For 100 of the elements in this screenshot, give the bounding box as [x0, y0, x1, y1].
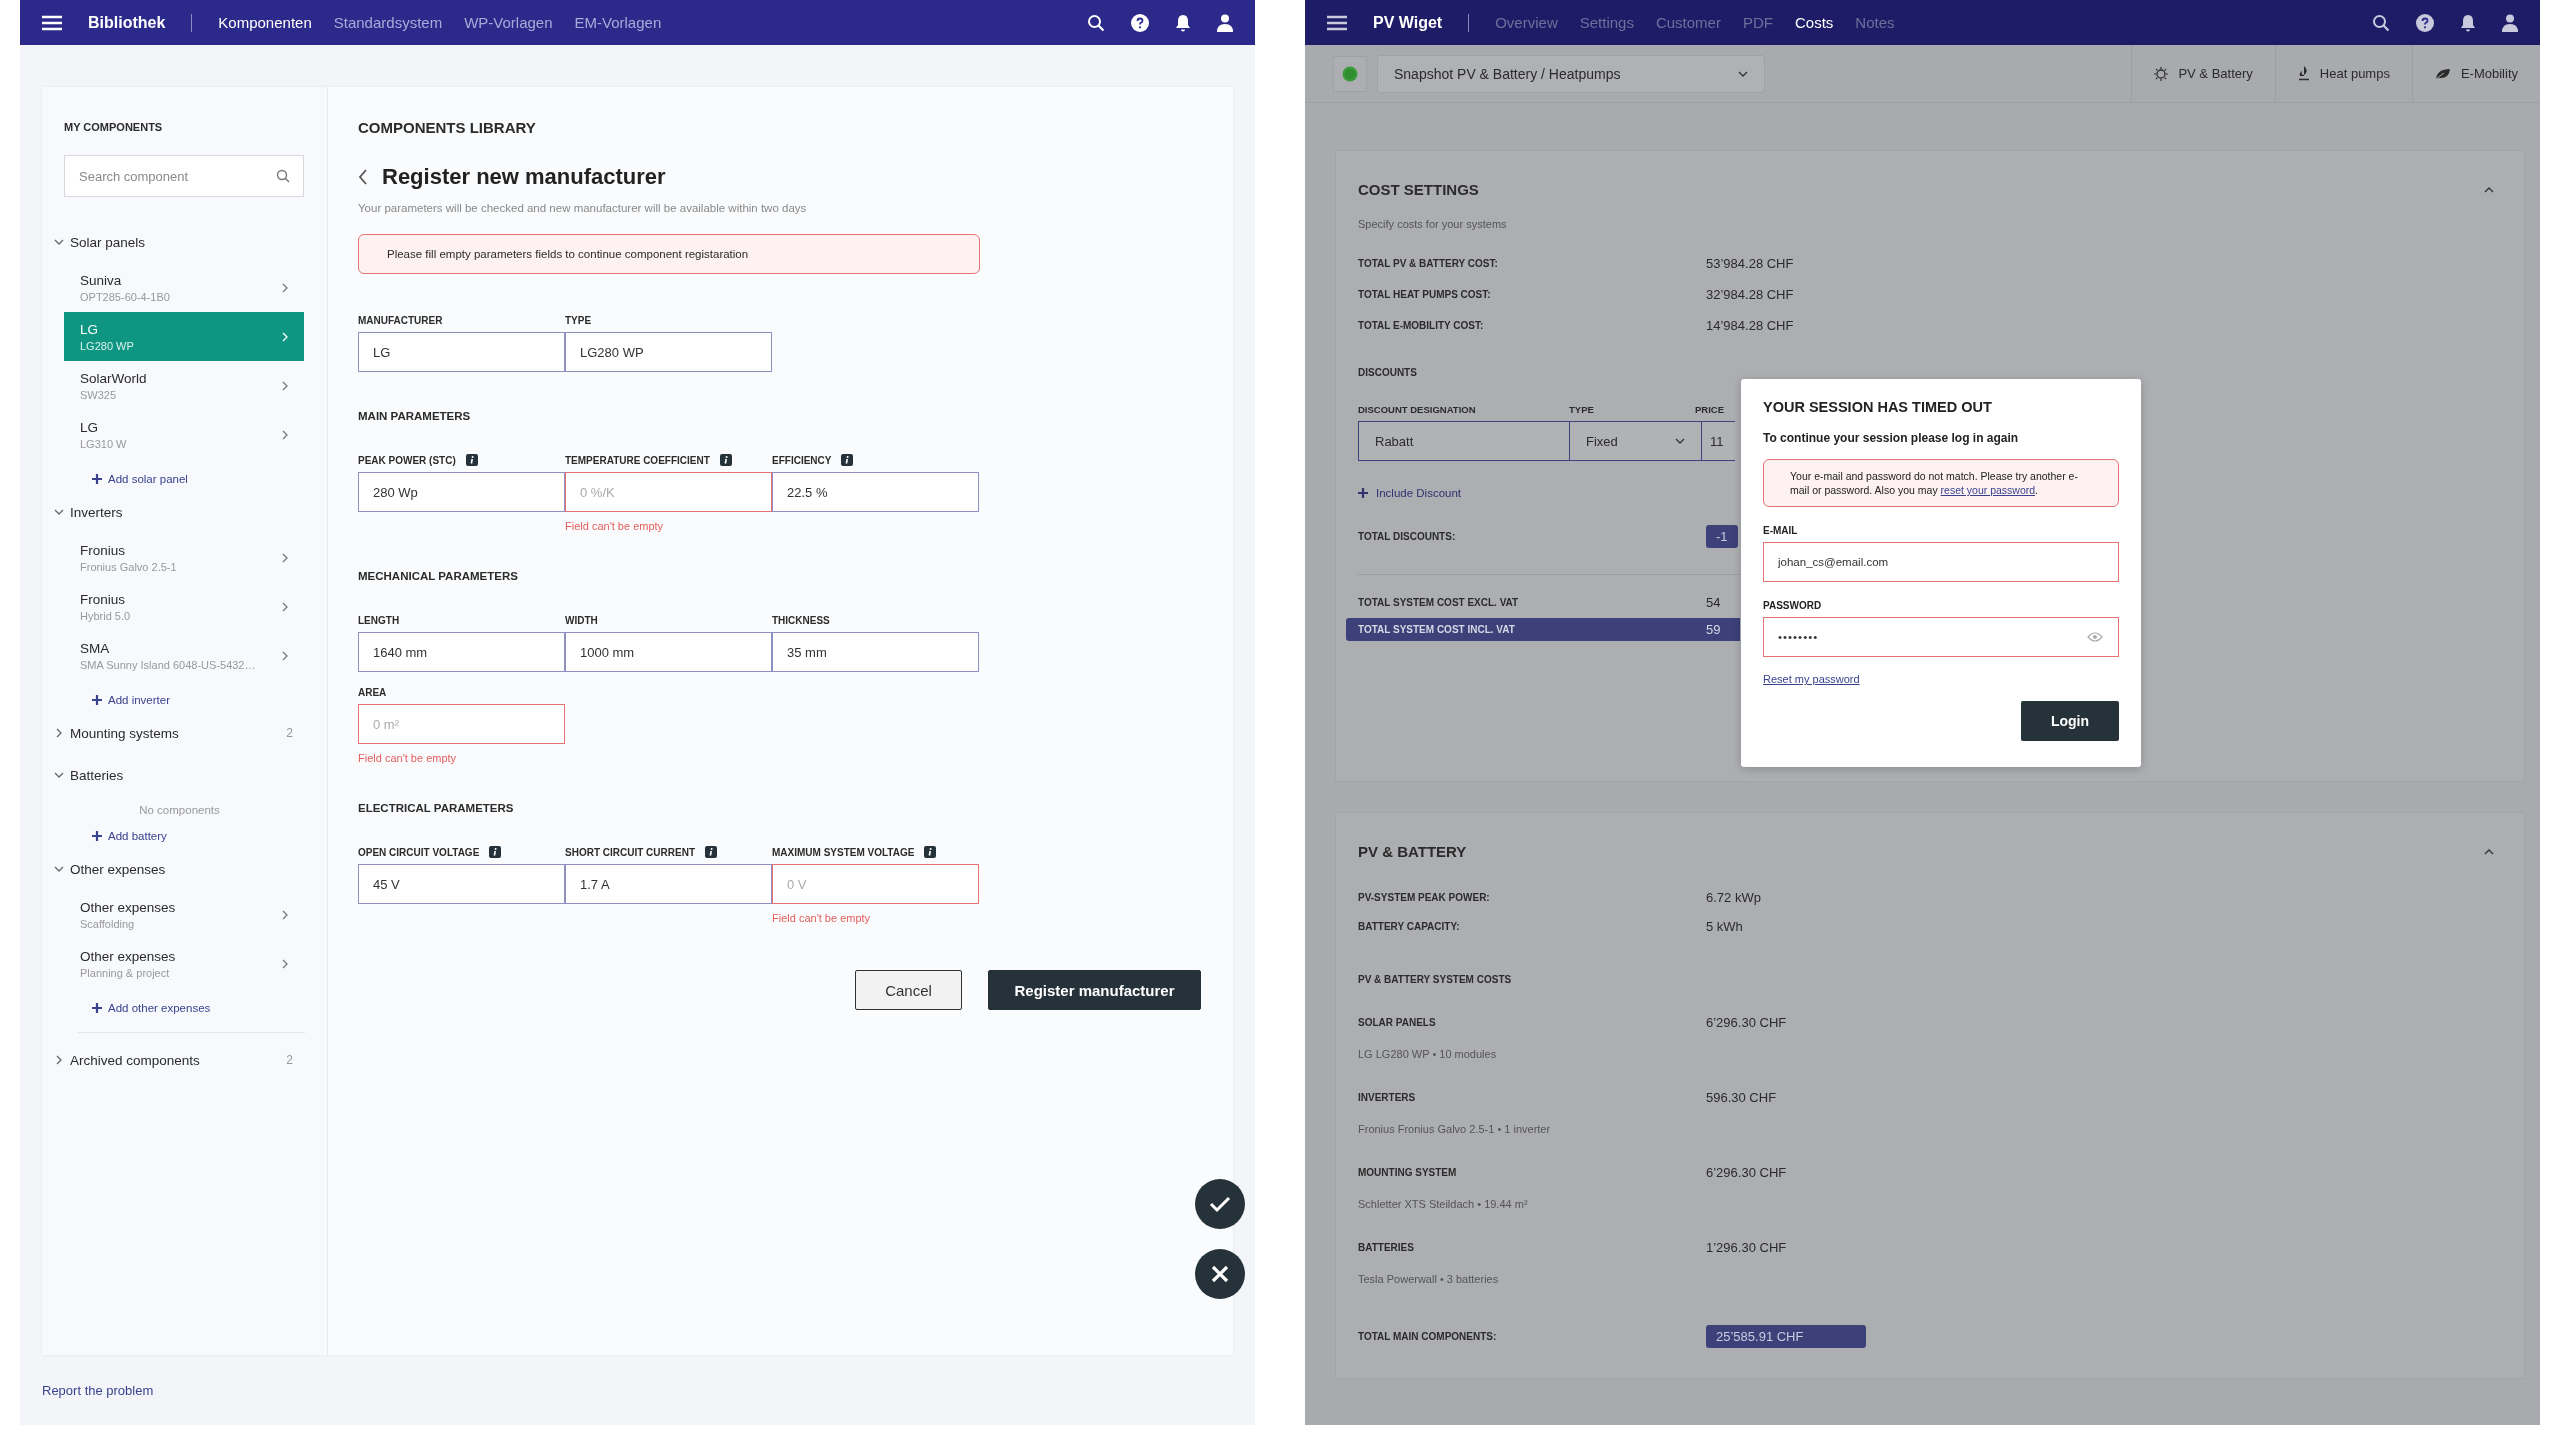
form-title: Register new manufacturer	[382, 164, 666, 190]
nav-tab[interactable]: Komponenten	[218, 14, 312, 31]
highlighted-row: TOTAL SYSTEM COST INCL. VAT 59	[1346, 618, 1740, 641]
reset-link[interactable]: Reset my password	[1763, 673, 1860, 686]
text-field[interactable]: 1000 mm	[565, 632, 772, 672]
chevron-right-icon	[280, 601, 290, 612]
check-icon	[1209, 1195, 1231, 1213]
search-field[interactable]: Search component	[64, 155, 304, 197]
help-icon[interactable]	[1131, 13, 1149, 32]
login-button[interactable]: Login	[2021, 701, 2119, 742]
app-title: PV Wiget	[1373, 13, 1443, 32]
text-field[interactable]: 280 Wp	[358, 472, 565, 512]
info-icon[interactable]	[924, 846, 937, 858]
category-header[interactable]: Mounting systems 2	[54, 718, 305, 748]
info-icon[interactable]	[719, 454, 732, 466]
cost-label: SOLAR PANELS	[1358, 1017, 1437, 1028]
category-header[interactable]: Archived components 2	[54, 1045, 305, 1075]
add-link[interactable]: Add inverter	[92, 694, 170, 706]
nav-tab[interactable]: EM-Vorlagen	[574, 14, 662, 31]
nav-tab[interactable]: Standardsystem	[333, 14, 443, 31]
search-icon[interactable]	[2372, 13, 2390, 32]
field-label: TYPE	[565, 314, 592, 326]
text-field[interactable]: 1.7 A	[565, 864, 772, 904]
text-field[interactable]: 22.5 %	[772, 472, 979, 512]
component-item[interactable]: SMA SMA Sunny Island 6048-US-5432…	[64, 631, 304, 680]
module-tab[interactable]: PV & Battery	[2131, 45, 2275, 102]
plus-icon	[92, 695, 102, 705]
cost-value: 32’984.28 CHF	[1706, 287, 1795, 302]
chevron-right-icon	[280, 282, 290, 293]
text-field[interactable]: 35 mm	[772, 632, 979, 672]
info-icon[interactable]	[489, 846, 502, 858]
info-icon[interactable]	[705, 846, 717, 858]
info-icon[interactable]	[465, 454, 478, 466]
component-item[interactable]: LG LG280 WP	[64, 312, 304, 361]
password-field[interactable]: ••••••••	[1763, 617, 2119, 658]
component-item[interactable]: Fronius Fronius Galvo 2.5-1	[64, 533, 304, 582]
help-icon[interactable]	[2416, 13, 2434, 32]
component-item[interactable]: Other expenses Scaffolding	[64, 890, 304, 939]
email-field[interactable]: johan_cs@email.com	[1763, 542, 2119, 583]
module-tab[interactable]: E-Mobility	[2411, 45, 2540, 102]
field-label: PEAK POWER (STC)	[358, 454, 456, 466]
cancel-button[interactable]: Cancel	[855, 970, 962, 1010]
chevron-right-icon	[280, 429, 290, 440]
stat-label: PV-SYSTEM PEAK POWER:	[1358, 892, 1491, 903]
type-dropdown[interactable]: Fixed	[1569, 421, 1702, 461]
text-field[interactable]: 45 V	[358, 864, 565, 904]
add-link[interactable]: Include Discount	[1358, 487, 1462, 499]
add-link[interactable]: Add battery	[92, 830, 167, 842]
price-field[interactable]: 11	[1701, 421, 1735, 461]
component-item[interactable]: Other expenses Planning & project	[64, 939, 304, 988]
cost-value: 6’296.30 CHF	[1706, 1015, 1788, 1030]
error-message: Field can't be empty	[565, 520, 665, 532]
bell-icon[interactable]	[1175, 13, 1191, 32]
text-field[interactable]: 0 V	[772, 864, 979, 904]
back-icon[interactable]	[358, 169, 368, 185]
bell-icon[interactable]	[2460, 13, 2476, 32]
cost-value: 6’296.30 CHF	[1706, 1165, 1788, 1180]
report-link[interactable]: Report the problem	[42, 1382, 154, 1398]
menu-icon[interactable]	[1327, 14, 1347, 31]
field-label: WIDTH	[565, 614, 598, 626]
text-field[interactable]: LG280 WP	[565, 332, 772, 372]
close-button[interactable]	[1195, 1249, 1245, 1299]
user-icon[interactable]	[1217, 13, 1233, 32]
column-header: DISCOUNT DESIGNATION	[1358, 404, 1477, 415]
field-label: THICKNESS	[772, 614, 830, 626]
app-title: Bibliothek	[88, 13, 166, 32]
text-field[interactable]: 1640 mm	[358, 632, 565, 672]
discount-total: -1	[1706, 525, 1738, 548]
module-tab[interactable]: Heat pumps	[2274, 45, 2412, 102]
component-item[interactable]: SolarWorld SW325	[64, 361, 304, 410]
register-button[interactable]: Register manufacturer	[988, 970, 1201, 1010]
chevron-down-icon	[54, 237, 64, 247]
confirm-button[interactable]	[1195, 1179, 1245, 1229]
page-heading: COMPONENTS LIBRARY	[358, 119, 537, 136]
error-alert: Please fill empty parameters fields to continue component registaration	[358, 234, 980, 274]
nav-tab[interactable]: Costs	[1794, 14, 1834, 31]
nav-tab[interactable]: WP-Vorlagen	[464, 14, 553, 31]
error-alert: Your e-mail and password do not match. Please try another e-mail or password. Also you may reset your password.	[1763, 459, 2119, 508]
text-field[interactable]: 0 %/K	[565, 472, 772, 512]
component-item[interactable]: LG LG310 W	[64, 410, 304, 459]
section-title: MECHANICAL PARAMETERS	[358, 570, 519, 582]
info-icon[interactable]	[841, 454, 854, 466]
category-header[interactable]: Other expenses	[54, 854, 305, 884]
add-link[interactable]: Add other expenses	[92, 1002, 211, 1014]
snapshot-dropdown[interactable]: Snapshot PV & Battery / Heatpumps	[1377, 54, 1765, 93]
designation-field[interactable]: Rabatt	[1358, 421, 1570, 461]
text-field[interactable]: LG	[358, 332, 565, 372]
field-label: EFFICIENCY	[772, 454, 832, 466]
category-header[interactable]: Inverters	[54, 497, 305, 527]
component-item[interactable]: Fronius Hybrid 5.0	[64, 582, 304, 631]
category-header[interactable]: Batteries	[54, 760, 305, 790]
user-icon[interactable]	[2502, 13, 2518, 32]
search-icon[interactable]	[1087, 13, 1105, 32]
component-item[interactable]: Suniva OPT285-60-4-1B0	[64, 263, 304, 312]
plus-icon	[92, 831, 102, 841]
empty-message: No components	[138, 804, 221, 816]
chevron-right-icon	[280, 909, 290, 920]
add-link[interactable]: Add solar panel	[92, 473, 188, 485]
category-header[interactable]: Solar panels	[54, 227, 305, 257]
text-field[interactable]: 0 m²	[358, 704, 565, 744]
